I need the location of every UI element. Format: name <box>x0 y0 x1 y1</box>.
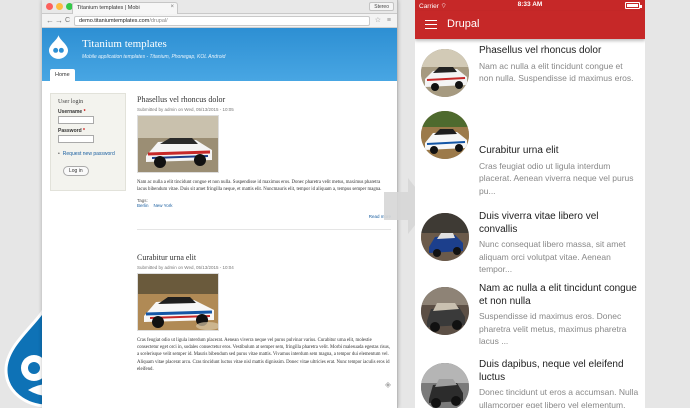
login-title: User login <box>58 99 84 105</box>
password-field[interactable] <box>58 135 94 143</box>
stage: Titanium templates | Mobi × Stereo ← → C… <box>0 0 690 408</box>
forward-arrow-icon[interactable]: → <box>55 16 63 25</box>
login-block: User login Username * Password * Request… <box>50 93 126 191</box>
tab-home[interactable]: Home <box>50 69 75 81</box>
hamburger-menu-icon[interactable] <box>425 20 437 29</box>
list-item-title: Phasellus vel rhoncus dolor <box>479 45 602 56</box>
drupal-drop-icon[interactable] <box>49 35 68 59</box>
site-header: Titanium templates Mobile application te… <box>42 28 397 81</box>
phone-screen: Carrier ︎⌔ 8:33 AM Drupal Phasellus vel … <box>415 0 645 408</box>
article: Curabitur urna elit Submitted by admin o… <box>137 253 391 373</box>
username-field[interactable] <box>58 116 94 124</box>
tag-link-berlin[interactable]: Berlin <box>137 203 149 208</box>
avatar <box>421 111 469 159</box>
list-item-title: Nam ac nulla a elit tincidunt congue et … <box>479 283 637 307</box>
status-time: 8:33 AM <box>517 1 543 8</box>
avatar <box>421 363 469 408</box>
list-item-body: Donec tincidunt ut eros a accumsan. Null… <box>479 387 639 408</box>
app-title: Drupal <box>447 18 480 30</box>
article-tags: Tags: Berlin New York <box>137 198 391 208</box>
request-password-link[interactable]: Request new password <box>58 151 125 157</box>
close-tab-icon[interactable]: × <box>170 4 174 10</box>
article-image[interactable] <box>137 115 219 173</box>
username-label: Username * <box>58 109 86 115</box>
article-submitted: Submitted by admin on Wed, 05/13/2015 - … <box>137 265 234 270</box>
star-icon[interactable]: ☆ ≡ <box>375 16 393 24</box>
list-item[interactable]: Curabitur urna elit Cras feugiat odio ut… <box>415 105 645 196</box>
list-item[interactable]: Nam ac nulla a elit tincidunt congue et … <box>415 245 645 346</box>
list-item-text: Duis dapibus, neque vel eleifend luctus … <box>479 359 639 408</box>
rally-car-image <box>138 116 218 172</box>
page-content: User login Username * Password * Request… <box>42 81 397 395</box>
site-slogan: Mobile application templates - Titanium,… <box>82 54 226 60</box>
address-bar[interactable]: demo.titaniumtemplates.com/drupal/ <box>74 16 370 26</box>
rally-car-image <box>138 274 218 330</box>
article-submitted: Submitted by admin on Wed, 05/13/2015 - … <box>137 107 234 112</box>
article-title[interactable]: Curabitur urna elit <box>137 253 391 262</box>
url-path: /drupal/ <box>149 18 168 24</box>
avatar <box>421 49 469 97</box>
browser-toolbar: ← → C demo.titaniumtemplates.com/drupal/… <box>42 14 397 28</box>
feed-icon[interactable]: ◈ <box>385 380 391 389</box>
status-bar: Carrier ︎⌔ 8:33 AM <box>415 0 645 11</box>
reload-icon[interactable]: C <box>65 16 70 25</box>
url-host: demo.titaniumtemplates.com <box>79 18 150 24</box>
list-item-title: Duis dapibus, neque vel eleifend luctus <box>479 359 624 383</box>
browser-titlebar: Titanium templates | Mobi × Stereo <box>42 0 397 14</box>
list-item-title: Duis viverra vitae libero vel convallis <box>479 211 599 235</box>
battery-icon <box>625 2 642 9</box>
article-body: Nam ac nulla a elit tincidunt congue et … <box>137 180 382 193</box>
close-window-icon[interactable] <box>46 3 53 10</box>
list-item-text: Phasellus vel rhoncus dolor Nam ac nulla… <box>479 45 639 85</box>
login-button[interactable]: Log in <box>63 166 89 176</box>
tag-link-new-york[interactable]: New York <box>154 203 173 208</box>
list-item[interactable]: Duis dapibus, neque vel eleifend luctus … <box>415 323 645 408</box>
article-body: Cras feugiat odio ut ligula interdum pla… <box>137 338 391 372</box>
article: Phasellus vel rhoncus dolor Submitted by… <box>137 95 391 208</box>
tags-label: Tags: <box>137 198 148 204</box>
app-bar: Drupal <box>415 11 645 39</box>
list-item-title: Curabitur urna elit <box>479 145 559 156</box>
site-name[interactable]: Titanium templates <box>82 38 167 50</box>
browser-tab[interactable]: Titanium templates | Mobi × <box>72 2 178 14</box>
article-title[interactable]: Phasellus vel rhoncus dolor <box>137 95 391 104</box>
browser-window: Titanium templates | Mobi × Stereo ← → C… <box>42 0 398 408</box>
minimize-window-icon[interactable] <box>56 3 63 10</box>
article-image[interactable] <box>137 273 219 331</box>
list-item-body: Nam ac nulla a elit tincidunt congue et … <box>479 60 634 84</box>
list-item[interactable]: Phasellus vel rhoncus dolor Nam ac nulla… <box>415 43 645 107</box>
list-item[interactable]: Duis viverra vitae libero vel convallis … <box>415 169 645 274</box>
back-arrow-icon[interactable]: ← <box>46 16 54 25</box>
tab-title: Titanium templates | Mobi <box>77 5 140 11</box>
password-label: Password * <box>58 128 85 134</box>
divider <box>137 229 391 230</box>
window-controls <box>46 3 73 10</box>
profile-button[interactable]: Stereo <box>369 2 394 11</box>
